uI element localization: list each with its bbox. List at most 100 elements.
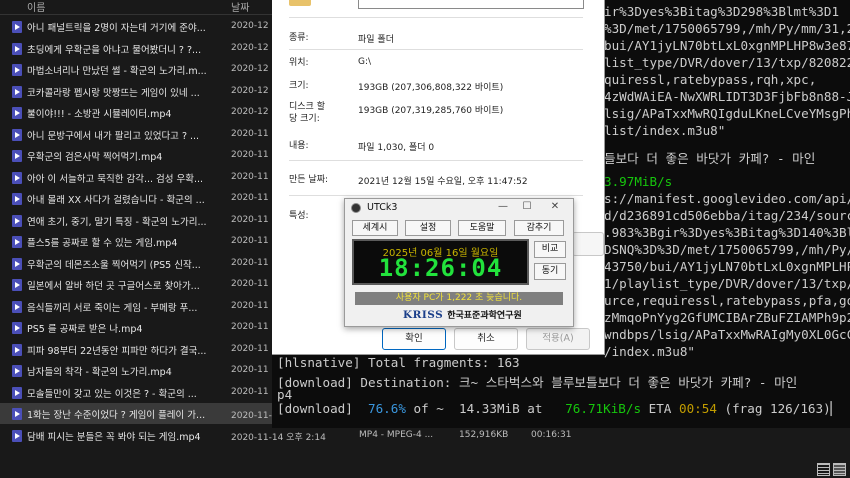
tab-help[interactable]: 도움말 [458, 220, 506, 236]
cancel-button[interactable]: 취소 [454, 328, 518, 350]
tab-world-time[interactable]: 세계시 [352, 220, 398, 236]
file-date: 2020-11 [231, 343, 269, 354]
terminal-destination-cont: p4 [277, 387, 293, 402]
file-date: 2020-12 [231, 42, 269, 53]
divider [289, 17, 583, 18]
terminal-line: d/d236891cd506ebba/itag/234/source/ [604, 208, 850, 223]
type-label: 종류: [289, 33, 309, 43]
video-file-icon [12, 365, 22, 377]
tab-settings[interactable]: 설정 [405, 220, 451, 236]
location-label: 위치: [289, 58, 309, 68]
list-view-icon[interactable] [833, 463, 846, 476]
view-switcher [817, 463, 846, 476]
terminal-line: quiressl,ratebypass,rqh,xpc, [604, 72, 817, 87]
close-icon[interactable]: ✕ [545, 201, 565, 212]
progress-of: of ~ [413, 401, 444, 416]
created-value: 2021년 12월 15일 수요일, 오후 11:47:52 [358, 177, 528, 187]
kriss-org-name: 한국표준과학연구원 [447, 311, 522, 321]
video-file-icon [12, 322, 22, 334]
contents-label: 내용: [289, 141, 309, 151]
contents-value: 파일 1,030, 폴더 0 [358, 143, 435, 153]
file-date: 2020-11 [231, 257, 269, 268]
apply-button[interactable]: 적용(A) [526, 328, 590, 350]
video-file-icon [12, 300, 22, 313]
terminal-line: urce,requiressl,ratebypass,pfa,goi, [604, 293, 850, 308]
file-name: 초딩에게 우확군을 아냐고 물어봤더니 ? ?... [27, 44, 202, 56]
progress-speed: 76.71KiB/s [565, 401, 642, 416]
maximize-icon[interactable]: ☐ [517, 201, 537, 212]
divider [289, 160, 583, 161]
file-name-cell: 불이야!!! - 소방관 시뮬레이터.mp4 [12, 106, 171, 120]
terminal-progress-line: [download] 76.6% of ~ 14.33MiB at 76.71K… [277, 401, 838, 416]
video-file-icon [12, 64, 22, 76]
file-name-cell: 모솔들만이 갖고 있는 이것은 ? - 확군의 ... [12, 386, 197, 400]
advanced-button[interactable] [572, 232, 604, 256]
terminal-line: DSNQ%3D%3D/met/1750065799,/mh/Py/mm [604, 242, 850, 257]
terminal-line: .983%3Bgir%3Dyes%3Bitag%3D140%3Blmt [604, 225, 850, 240]
file-date: 2020-11 [231, 322, 269, 332]
file-date: 2020-12 [231, 107, 269, 117]
tab-hide[interactable]: 감추기 [514, 220, 564, 236]
terminal-line: 1/playlist_type/DVR/dover/13/txp/8 [604, 276, 850, 291]
file-name-cell: 코카콜라랑 펩시랑 맛짱뜨는 게임이 있네 ... [12, 85, 200, 99]
file-name: 우확군의 검은사막 찍어먹기.mp4 [27, 152, 163, 163]
terminal-line: %3D/met/1750065799,/mh/Py/mm/31,26, [604, 21, 850, 36]
terminal-line: lsig/APaTxxMwRQIgduLKneLCveYMsgPh [604, 106, 850, 121]
ok-button[interactable]: 확인 [382, 328, 446, 350]
video-file-icon [12, 150, 22, 162]
file-name-cell: 담배 피시는 분들은 꼭 봐야 되는 게임.mp4 [12, 429, 201, 443]
terminal-speed-partial: 3.97MiB/s [604, 174, 673, 189]
file-name: 1화는 장난 수준이었다 ? 게임이 플레이 가... [27, 410, 206, 421]
minimize-icon[interactable]: — [493, 201, 513, 212]
clock-display: 2025년 06월 16일 월요일 18:26:04 [352, 239, 529, 285]
file-name: PS5 를 공짜로 받은 나.mp4 [27, 324, 143, 335]
file-name: 플스5를 공짜로 할 수 있는 게임.mp4 [27, 238, 178, 249]
file-date: 2020-11 [231, 300, 269, 311]
video-file-icon [12, 171, 22, 184]
video-file-icon [12, 386, 22, 399]
video-file-icon [12, 107, 22, 119]
terminal-line: list_type/DVR/dover/13/txp/8208224/ [604, 55, 850, 70]
type-value: 파일 폴더 [358, 35, 394, 45]
file-name: 일본에서 알바 하던 곳 구글어스로 찾아가... [27, 281, 200, 292]
file-name: 아니 문방구에서 내가 팔리고 있었다고 ? ... [27, 130, 200, 142]
file-name-cell: 아아 이 서늘하고 묵직한 감각... 검성 우확... [12, 171, 203, 185]
video-file-icon [12, 193, 22, 205]
column-name-header[interactable]: 이름 [27, 0, 45, 14]
kriss-logo: KRISS 한국표준과학연구원 [403, 308, 522, 322]
terminal-dest-partial: 들보다 더 좋은 바닷가 카페? - 마인 [604, 151, 816, 166]
progress-prefix: [download] [277, 401, 353, 416]
file-name: 남자들의 착각 - 확군의 노가리.mp4 [27, 367, 172, 378]
created-label: 만든 날짜: [289, 175, 329, 185]
file-name-cell: 음식들끼리 서로 죽이는 게임 - 부메랑 푸... [12, 300, 197, 314]
file-name-cell: 일본에서 알바 하던 곳 구글어스로 찾아가... [12, 278, 200, 292]
file-name-cell: 1화는 장난 수준이었다 ? 게임이 플레이 가... [12, 407, 205, 421]
terminal-line: 4zWdWAiEA-NwXWRLIDT3D3FjbFb8n88-JC- [604, 89, 850, 104]
file-date: 2020-12 [231, 21, 269, 31]
terminal-line: list/index.m3u8" [604, 123, 726, 138]
file-name-cell: 아니 패널트릭을 2명이 자는데 거기에 준야... [12, 20, 206, 34]
column-date-header[interactable]: 날짜 [231, 0, 249, 14]
details-view-icon[interactable] [817, 463, 830, 476]
divider [289, 195, 583, 196]
terminal-destination-line: [download] Destination: 크~ 스타벅스와 블루보틀보다 … [277, 375, 798, 390]
file-name-cell: 마법소녀리나 만났던 썰 - 확군의 노가리.m... [12, 63, 207, 77]
compare-button[interactable]: 비교 [534, 241, 566, 258]
file-name: 불이야!!! - 소방관 시뮬레이터.mp4 [27, 109, 172, 120]
sync-button[interactable]: 동기 [534, 263, 566, 280]
file-name-cell: 초딩에게 우확군을 아냐고 물어봤더니 ? ?... [12, 42, 201, 56]
file-date: 2020-12 [231, 64, 269, 74]
utck-titlebar[interactable]: UTCk3 — ☐ ✕ [345, 199, 573, 217]
progress-at: at [527, 401, 543, 416]
folder-name-field[interactable] [358, 0, 584, 9]
file-date: 2020-11 [231, 193, 269, 203]
file-date: 2020-11 [231, 150, 269, 160]
terminal-line: zMmqoPnYyg2GfUMCIBArZBuFZIAMPh9p2R [604, 310, 850, 325]
file-name: 모솔들만이 갖고 있는 이것은 ? - 확군의 ... [27, 388, 197, 400]
file-date: 2020-12 [231, 85, 269, 96]
clock-app-icon [351, 203, 361, 213]
utck-title: UTCk3 [367, 202, 398, 213]
video-file-icon [12, 42, 22, 55]
file-name-cell: 우확군의 데몬즈소울 찍어먹기 (PS5 신작... [12, 257, 201, 271]
file-date: 2020-11-14 오후 2:14 [231, 432, 326, 443]
